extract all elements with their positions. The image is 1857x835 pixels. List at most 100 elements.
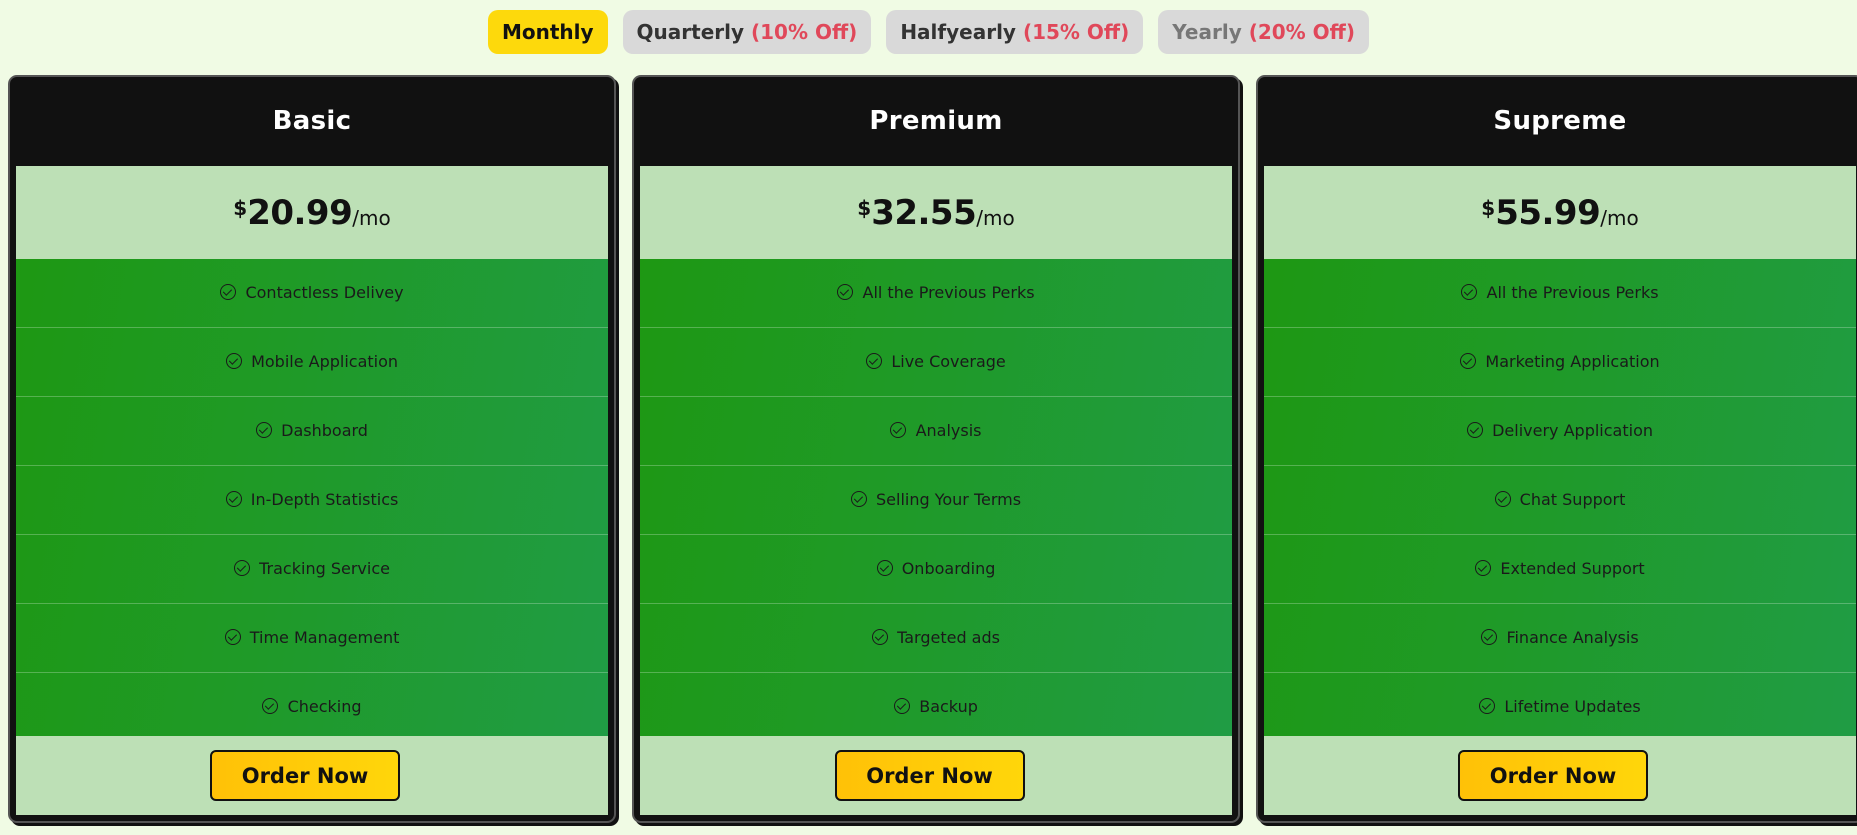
check-circle-icon bbox=[234, 560, 251, 576]
check-circle-icon bbox=[224, 629, 241, 645]
feature-label: Tracking Service bbox=[259, 559, 390, 578]
feature-item: Backup bbox=[640, 673, 1232, 742]
feature-label: Analysis bbox=[915, 421, 982, 440]
feature-label: Delivery Application bbox=[1492, 421, 1653, 440]
feature-item: Time Management bbox=[16, 604, 608, 673]
tab-quarterly[interactable]: Quarterly (10% Off) bbox=[622, 10, 872, 54]
feature-item: Chat Support bbox=[1264, 466, 1856, 535]
pricing-cards: Basic $ 20.99 /mo Contactless Delivey Mo… bbox=[8, 75, 1857, 825]
billing-period-tabs: Monthly Quarterly (10% Off) Halfyearly (… bbox=[0, 10, 1857, 54]
check-circle-icon bbox=[220, 284, 237, 300]
feature-list: Contactless Delivey Mobile Application D… bbox=[16, 259, 608, 742]
feature-item: Finance Analysis bbox=[1264, 604, 1856, 673]
tab-discount: (15% Off) bbox=[1022, 20, 1130, 44]
check-circle-icon bbox=[1481, 629, 1498, 645]
feature-label: Selling Your Terms bbox=[876, 490, 1022, 509]
feature-label: Extended Support bbox=[1500, 559, 1645, 578]
feature-label: Contactless Delivey bbox=[245, 283, 404, 302]
price-amount: 32.55 bbox=[871, 192, 977, 233]
tab-label: Monthly bbox=[501, 20, 594, 44]
feature-label: Live Coverage bbox=[891, 352, 1006, 371]
check-circle-icon bbox=[225, 491, 242, 507]
tab-monthly[interactable]: Monthly bbox=[487, 10, 608, 54]
plan-card-premium: Premium $ 32.55 /mo All the Previous Per… bbox=[632, 75, 1240, 823]
plan-price: $ 20.99 /mo bbox=[16, 166, 608, 259]
order-now-button[interactable]: Order Now bbox=[210, 750, 400, 801]
feature-item: Contactless Delivey bbox=[16, 259, 608, 328]
price-period: /mo bbox=[976, 205, 1015, 230]
check-circle-icon bbox=[837, 284, 854, 300]
feature-label: Lifetime Updates bbox=[1504, 697, 1641, 716]
feature-label: All the Previous Perks bbox=[1486, 283, 1659, 302]
plan-name: Basic bbox=[272, 106, 352, 136]
feature-label: Marketing Application bbox=[1485, 352, 1660, 371]
plan-name: Premium bbox=[869, 106, 1003, 136]
check-circle-icon bbox=[225, 353, 242, 369]
card-footer: Order Now bbox=[16, 736, 608, 815]
plan-price: $ 55.99 /mo bbox=[1264, 166, 1856, 259]
check-circle-icon bbox=[894, 698, 911, 714]
feature-item: Checking bbox=[16, 673, 608, 742]
feature-label: In-Depth Statistics bbox=[250, 490, 399, 509]
plan-name: Supreme bbox=[1493, 106, 1627, 136]
feature-list: All the Previous Perks Live Coverage Ana… bbox=[640, 259, 1232, 742]
feature-item: Delivery Application bbox=[1264, 397, 1856, 466]
feature-item: Onboarding bbox=[640, 535, 1232, 604]
feature-item: All the Previous Perks bbox=[640, 259, 1232, 328]
feature-label: Chat Support bbox=[1519, 490, 1626, 509]
plan-price: $ 32.55 /mo bbox=[640, 166, 1232, 259]
order-now-button[interactable]: Order Now bbox=[834, 750, 1025, 801]
price-currency: $ bbox=[1481, 196, 1496, 220]
price-period: /mo bbox=[352, 205, 391, 230]
feature-label: All the Previous Perks bbox=[862, 283, 1035, 302]
feature-item: Dashboard bbox=[16, 397, 608, 466]
feature-label: Mobile Application bbox=[251, 352, 399, 371]
feature-item: Extended Support bbox=[1264, 535, 1856, 604]
feature-item: Marketing Application bbox=[1264, 328, 1856, 397]
check-circle-icon bbox=[1460, 353, 1477, 369]
feature-label: Checking bbox=[287, 697, 362, 716]
tab-label: Quarterly bbox=[636, 20, 745, 44]
tab-discount: (10% Off) bbox=[750, 20, 858, 44]
feature-label: Onboarding bbox=[901, 559, 996, 578]
feature-list: All the Previous Perks Marketing Applica… bbox=[1264, 259, 1856, 742]
tab-halfyearly[interactable]: Halfyearly (15% Off) bbox=[886, 10, 1144, 54]
feature-item: In-Depth Statistics bbox=[16, 466, 608, 535]
feature-label: Backup bbox=[919, 697, 978, 716]
tab-label: Yearly bbox=[1172, 20, 1242, 44]
card-footer: Order Now bbox=[640, 736, 1232, 815]
feature-label: Targeted ads bbox=[897, 628, 1000, 647]
feature-item: Targeted ads bbox=[640, 604, 1232, 673]
feature-item: Analysis bbox=[640, 397, 1232, 466]
check-circle-icon bbox=[876, 560, 893, 576]
plan-card-supreme: Supreme $ 55.99 /mo All the Previous Per… bbox=[1256, 75, 1857, 823]
card-footer: Order Now bbox=[1264, 736, 1856, 815]
feature-item: Tracking Service bbox=[16, 535, 608, 604]
price-amount: 20.99 bbox=[247, 192, 353, 233]
check-circle-icon bbox=[866, 353, 883, 369]
check-circle-icon bbox=[1494, 491, 1511, 507]
price-currency: $ bbox=[857, 196, 872, 220]
tab-label: Halfyearly bbox=[900, 20, 1016, 44]
feature-item: Lifetime Updates bbox=[1264, 673, 1856, 742]
feature-item: Live Coverage bbox=[640, 328, 1232, 397]
tab-discount: (20% Off) bbox=[1248, 20, 1356, 44]
check-circle-icon bbox=[1461, 284, 1478, 300]
order-now-button[interactable]: Order Now bbox=[1458, 750, 1648, 801]
feature-label: Time Management bbox=[249, 628, 400, 647]
feature-item: All the Previous Perks bbox=[1264, 259, 1856, 328]
feature-item: Selling Your Terms bbox=[640, 466, 1232, 535]
feature-label: Dashboard bbox=[281, 421, 368, 440]
check-circle-icon bbox=[1467, 422, 1483, 438]
feature-item: Mobile Application bbox=[16, 328, 608, 397]
price-amount: 55.99 bbox=[1495, 192, 1601, 233]
check-circle-icon bbox=[256, 422, 273, 438]
check-circle-icon bbox=[1475, 560, 1492, 576]
check-circle-icon bbox=[262, 698, 279, 714]
price-currency: $ bbox=[233, 196, 248, 220]
check-circle-icon bbox=[890, 422, 907, 438]
plan-card-basic: Basic $ 20.99 /mo Contactless Delivey Mo… bbox=[8, 75, 616, 823]
feature-label: Finance Analysis bbox=[1506, 628, 1639, 647]
check-circle-icon bbox=[850, 491, 867, 507]
tab-yearly[interactable]: Yearly (20% Off) bbox=[1158, 10, 1370, 54]
